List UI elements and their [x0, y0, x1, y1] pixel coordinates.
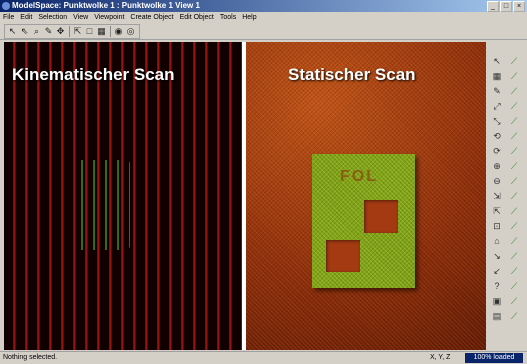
right-toolbar-column-a: ↖ ▦ ✎ ⤢ ⤡ ⟲ ⟳ ⊕ ⊖ ⇲ ⇱ ⊡ ⌂ ↘ ↙? ▣ ▤ [490, 54, 506, 324]
menu-selection[interactable]: Selection [35, 12, 70, 23]
menu-view[interactable]: View [70, 12, 91, 23]
maximize-button[interactable]: □ [500, 1, 512, 12]
tool-b-4-icon[interactable]: ⟋ [507, 114, 521, 128]
menu-edit-object[interactable]: Edit Object [177, 12, 217, 23]
window-controls: _ □ × [487, 1, 525, 12]
tool-b-1-icon[interactable]: ⟋ [507, 69, 521, 83]
select-arrow-icon[interactable]: ↖ [7, 26, 18, 37]
tool-a-8-icon[interactable]: ⊖ [490, 174, 504, 188]
tool-a-14-icon[interactable]: ↙ [490, 264, 504, 278]
title-bar: ModelSpace: Punktwolke 1 : Punktwolke 1 … [0, 0, 527, 12]
pencil-icon[interactable]: ✎ [43, 26, 54, 37]
close-button[interactable]: × [513, 1, 525, 12]
static-target-plate: FOL [312, 154, 415, 288]
tool-a-6-icon[interactable]: ⟳ [490, 144, 504, 158]
grid-icon[interactable]: ▦ [96, 26, 107, 37]
tool-b-15-icon[interactable]: ⟋ [507, 279, 521, 293]
right-toolbar-column-b: ⟋ ⟋ ⟋ ⟋ ⟋ ⟋ ⟋ ⟋ ⟋ ⟋ ⟋ ⟋ ⟋ ⟋ ⟋ ⟋ ⟋ ⟋ [507, 54, 523, 324]
tool-a-10-icon[interactable]: ⇱ [490, 204, 504, 218]
select-arrow-alt-icon[interactable]: ⇖ [19, 26, 30, 37]
tool-a-12-icon[interactable]: ⌂ [490, 234, 504, 248]
tool-a-5-icon[interactable]: ⟲ [490, 129, 504, 143]
tool-b-12-icon[interactable]: ⟋ [507, 234, 521, 248]
status-zoom: 100% loaded [465, 353, 523, 363]
app-icon [2, 2, 10, 10]
tool-a-0-icon[interactable]: ↖ [490, 54, 504, 68]
menu-tools[interactable]: Tools [217, 12, 239, 23]
toolbar-group: ↖ ⇖ ⌕ ✎ ✥ ⇱ □ ▦ ◉ ◎ [4, 24, 140, 39]
plate-mark: FOL [340, 168, 378, 185]
tool-b-3-icon[interactable]: ⟋ [507, 99, 521, 113]
tool-a-15-icon[interactable]: ? [490, 279, 504, 293]
menu-viewpoint[interactable]: Viewpoint [91, 12, 127, 23]
tool-a-1-icon[interactable]: ▦ [490, 69, 504, 83]
right-toolbar: ↖ ▦ ✎ ⤢ ⤡ ⟲ ⟳ ⊕ ⊖ ⇲ ⇱ ⊡ ⌂ ↘ ↙? ▣ ▤ ⟋ ⟋ ⟋ ⟋ ⟋ ⟋ ⟋ ⟋ ⟋ ⟋ ⟋ ⟋ ⟋ ⟋ ⟋ ⟋ ⟋ ⟋ [489, 54, 525, 350]
tool-b-17-icon[interactable]: ⟋ [507, 309, 521, 323]
tool-b-9-icon[interactable]: ⟋ [507, 189, 521, 203]
point-cloud-viewport[interactable]: FOL Kinematischer Scan Statischer Scan [4, 42, 486, 350]
tool-b-2-icon[interactable]: ⟋ [507, 84, 521, 98]
tool-a-11-icon[interactable]: ⊡ [490, 219, 504, 233]
zoom-icon[interactable]: ⌕ [31, 26, 42, 37]
tool-b-13-icon[interactable]: ⟋ [507, 249, 521, 263]
kinematic-scan-view [4, 42, 242, 350]
kinematic-target [72, 160, 130, 250]
tool-a-7-icon[interactable]: ⊕ [490, 159, 504, 173]
plate-hole-lower [326, 240, 360, 272]
tool-b-0-icon[interactable]: ⟋ [507, 54, 521, 68]
status-bar: Nothing selected. X, Y, Z 100% loaded [0, 351, 527, 364]
static-scan-view: FOL [246, 42, 486, 350]
tool-a-2-icon[interactable]: ✎ [490, 84, 504, 98]
tool-b-7-icon[interactable]: ⟋ [507, 159, 521, 173]
tool-a-9-icon[interactable]: ⇲ [490, 189, 504, 203]
tool-a-13-icon[interactable]: ↘ [490, 249, 504, 263]
camera-alt-icon[interactable]: ◎ [125, 26, 136, 37]
rectangle-icon[interactable]: □ [84, 26, 95, 37]
toolbar-separator [110, 26, 111, 37]
main-toolbar: ↖ ⇖ ⌕ ✎ ✥ ⇱ □ ▦ ◉ ◎ [0, 23, 527, 40]
move-icon[interactable]: ✥ [55, 26, 66, 37]
static-scan-label: Statischer Scan [288, 65, 416, 84]
menu-help[interactable]: Help [239, 12, 259, 23]
tool-b-6-icon[interactable]: ⟋ [507, 144, 521, 158]
camera-icon[interactable]: ◉ [113, 26, 124, 37]
tool-b-14-icon[interactable]: ⟋ [507, 264, 521, 278]
toolbar-separator [69, 26, 70, 37]
tool-b-8-icon[interactable]: ⟋ [507, 174, 521, 188]
tool-b-11-icon[interactable]: ⟋ [507, 219, 521, 233]
tool-a-17-icon[interactable]: ▤ [490, 309, 504, 323]
tool-b-5-icon[interactable]: ⟋ [507, 129, 521, 143]
menu-file[interactable]: File [0, 12, 17, 23]
tool-a-3-icon[interactable]: ⤢ [490, 99, 504, 113]
plate-hole-upper [364, 200, 398, 233]
fit-icon[interactable]: ⇱ [72, 26, 83, 37]
status-message: Nothing selected. [3, 354, 58, 361]
menu-create-object[interactable]: Create Object [127, 12, 176, 23]
window-title: ModelSpace: Punktwolke 1 : Punktwolke 1 … [12, 1, 200, 10]
minimize-button[interactable]: _ [487, 1, 499, 12]
status-coords: X, Y, Z [430, 354, 451, 361]
tool-a-4-icon[interactable]: ⤡ [490, 114, 504, 128]
tool-b-16-icon[interactable]: ⟋ [507, 294, 521, 308]
tool-b-10-icon[interactable]: ⟋ [507, 204, 521, 218]
tool-a-16-icon[interactable]: ▣ [490, 294, 504, 308]
menu-bar: File Edit Selection View Viewpoint Creat… [0, 12, 527, 23]
menu-edit[interactable]: Edit [17, 12, 35, 23]
kinematic-scan-label: Kinematischer Scan [12, 65, 175, 84]
